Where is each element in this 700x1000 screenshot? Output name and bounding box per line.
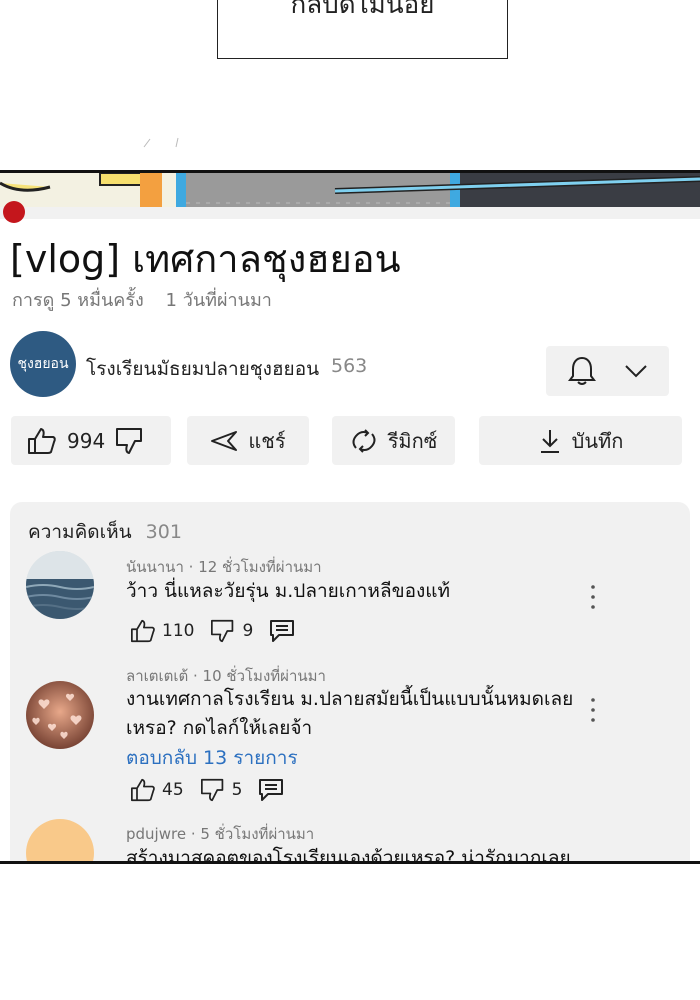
more-options-icon[interactable] bbox=[586, 695, 600, 725]
video-frame-illustration bbox=[0, 173, 700, 208]
bell-icon bbox=[568, 356, 597, 385]
more-options-icon[interactable] bbox=[586, 582, 600, 612]
thumbs-down-icon[interactable] bbox=[210, 619, 236, 643]
save-label: บันทึก bbox=[571, 428, 624, 453]
comment-time: 5 ชั่วโมงที่ผ่านมา bbox=[200, 825, 315, 843]
comment-actions: 45 5 bbox=[130, 777, 284, 803]
remix-icon bbox=[352, 428, 376, 453]
comment-dislike-count: 9 bbox=[242, 621, 254, 641]
thumbs-up-icon[interactable] bbox=[130, 778, 156, 802]
video-title: [vlog] เทศกาลชุงฮยอน bbox=[10, 237, 401, 281]
like-count: 994 bbox=[67, 428, 106, 453]
comic-caption-text: กลับดีไม่นอย bbox=[290, 0, 435, 20]
channel-avatar-text: ชุงฮยอน bbox=[17, 356, 69, 372]
progress-scrubber-handle[interactable] bbox=[3, 201, 25, 223]
comment-author[interactable]: ลาเตเตเต้ bbox=[126, 667, 188, 685]
view-replies-link[interactable]: ตอบกลับ 13 รายการ bbox=[126, 743, 298, 773]
comment-author-line: pdujwre · 5 ชั่วโมงที่ผ่านมา bbox=[126, 825, 315, 843]
share-icon bbox=[211, 430, 238, 451]
comment-avatar[interactable] bbox=[26, 819, 94, 864]
channel-avatar[interactable]: ชุงฮยอน bbox=[10, 331, 76, 397]
share-button[interactable]: แชร์ bbox=[187, 416, 309, 465]
upload-age: 1 วันที่ผ่านมา bbox=[165, 290, 272, 311]
panel-border bbox=[0, 861, 700, 864]
share-label: แชร์ bbox=[248, 428, 286, 453]
comic-caption-box: กลับดีไม่นอย bbox=[217, 0, 508, 59]
comment-author[interactable]: นันนานา bbox=[126, 558, 184, 576]
ocean-avatar-image bbox=[26, 551, 94, 619]
view-count: การดู 5 หมื่นครั้ง bbox=[12, 290, 144, 311]
thumbs-down-icon[interactable] bbox=[200, 778, 226, 802]
comment-like-count: 110 bbox=[162, 621, 195, 641]
comment-text: ว้าว นี่แหละวัยรุ่น ม.ปลายเกาหลีของแท้ bbox=[126, 580, 451, 602]
remix-label: รีมิกซ์ bbox=[387, 428, 438, 453]
comments-header-label: ความคิดเห็น bbox=[28, 521, 132, 543]
reply-icon[interactable] bbox=[258, 778, 284, 802]
reply-icon[interactable] bbox=[269, 619, 295, 643]
comment-avatar[interactable] bbox=[26, 681, 94, 749]
comment-text: งานเทศกาลโรงเรียน ม.ปลายสมัยนี้เป็นแบบนั… bbox=[126, 688, 574, 739]
comment-actions: 110 9 bbox=[130, 618, 295, 644]
comments-count: 301 bbox=[145, 521, 182, 543]
video-progress-bar[interactable] bbox=[0, 207, 700, 219]
comment-author[interactable]: pdujwre bbox=[126, 825, 186, 843]
comment-time: 10 ชั่วโมงที่ผ่านมา bbox=[202, 667, 326, 685]
video-meta: การดู 5 หมื่นครั้ง 1 วันที่ผ่านมา bbox=[12, 285, 272, 314]
download-icon bbox=[540, 429, 559, 453]
comments-header: ความคิดเห็น 301 bbox=[28, 517, 182, 547]
comment-like-count: 45 bbox=[162, 780, 184, 800]
comment-author-line: นันนานา · 12 ชั่วโมงที่ผ่านมา bbox=[126, 558, 322, 576]
video-player[interactable] bbox=[0, 170, 700, 208]
thumbs-up-icon[interactable] bbox=[27, 427, 57, 455]
channel-name[interactable]: โรงเรียนมัธยมปลายชุงฮยอน bbox=[86, 354, 319, 384]
remix-button[interactable]: รีมิกซ์ bbox=[332, 416, 455, 465]
comments-panel[interactable]: ความคิดเห็น 301 นันนานา · 12 ชั่วโมงที่ผ่… bbox=[10, 502, 690, 864]
thumbs-up-icon[interactable] bbox=[130, 619, 156, 643]
save-button[interactable]: บันทึก bbox=[479, 416, 682, 465]
chevron-down-icon bbox=[625, 365, 647, 378]
thumbs-down-icon[interactable] bbox=[115, 427, 145, 455]
comment-time: 12 ชั่วโมงที่ผ่านมา bbox=[198, 558, 322, 576]
hearts-bokeh-avatar-image bbox=[26, 681, 94, 749]
comment-dislike-count: 5 bbox=[231, 780, 243, 800]
subscriber-count: 563 bbox=[331, 355, 368, 377]
motion-lines bbox=[143, 137, 179, 148]
like-dislike-group: 994 bbox=[11, 416, 171, 465]
notification-bell-button[interactable] bbox=[546, 346, 669, 396]
comment-avatar[interactable] bbox=[26, 551, 94, 619]
